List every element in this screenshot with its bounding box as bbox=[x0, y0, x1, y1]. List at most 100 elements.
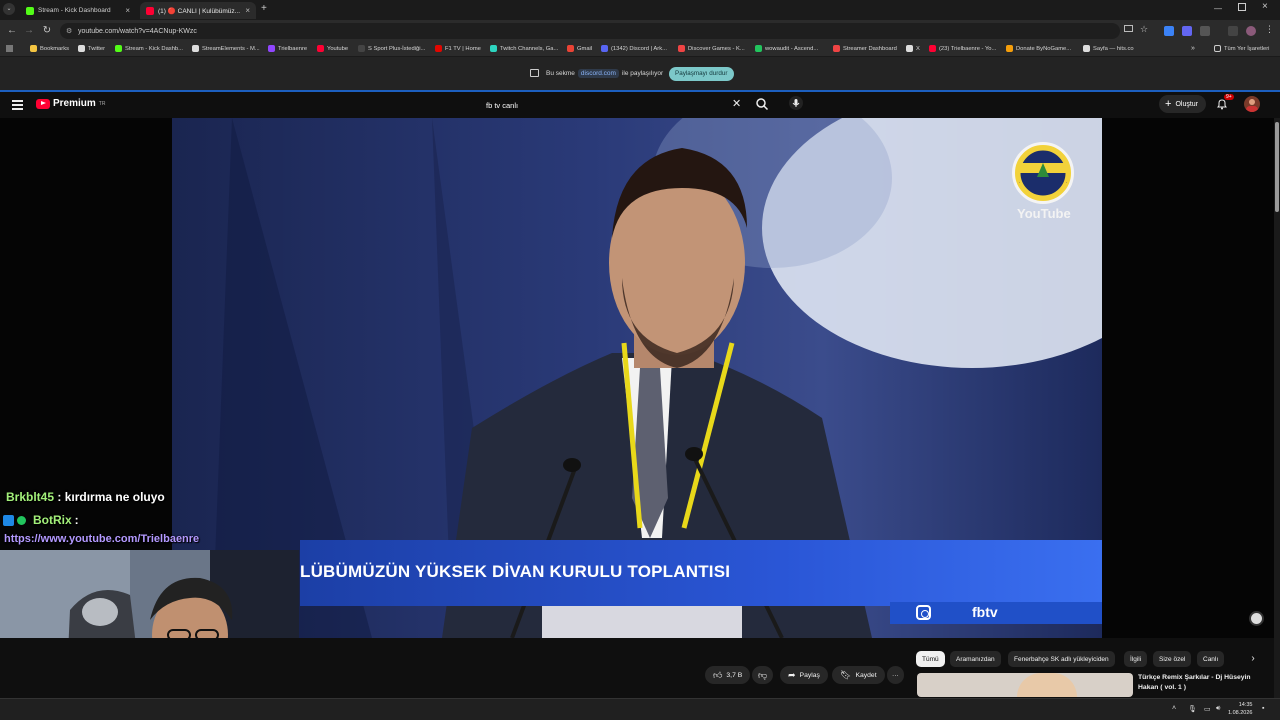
bookmark-label: Stream - Kick Dashb... bbox=[125, 45, 183, 52]
kick-favicon-icon bbox=[26, 6, 34, 15]
sharing-prefix: Bu sekme bbox=[546, 70, 575, 77]
minimize-window-button[interactable]: — bbox=[1214, 4, 1222, 13]
forward-arrow-icon[interactable]: → bbox=[22, 24, 36, 38]
extension-icon[interactable] bbox=[1164, 26, 1174, 36]
bookmark-item[interactable]: F1 TV | Home bbox=[435, 45, 481, 52]
new-tab-button[interactable]: + bbox=[261, 3, 267, 14]
volume-tray-icon[interactable]: 🔊︎ bbox=[1216, 705, 1224, 713]
folder-icon bbox=[1214, 45, 1221, 52]
search-input[interactable]: fb tv canlı bbox=[478, 95, 748, 115]
bookmark-label: Discover Games - K... bbox=[688, 45, 745, 52]
all-bookmarks-button[interactable]: Tüm Yer İşaretleri bbox=[1214, 45, 1269, 52]
bookmark-item[interactable]: Donate ByNoGame... bbox=[1006, 45, 1071, 52]
bookmark-item[interactable]: wowaudit - Ascend... bbox=[755, 45, 818, 52]
bot-badge-icon bbox=[3, 514, 14, 526]
display-tray-icon[interactable]: ▭ bbox=[1204, 705, 1212, 713]
extensions-puzzle-icon[interactable] bbox=[1200, 26, 1210, 36]
notification-center-icon[interactable]: ▪ bbox=[1262, 705, 1270, 713]
bookmark-label: Donate ByNoGame... bbox=[1016, 45, 1072, 52]
voice-search-mic-icon[interactable] bbox=[789, 96, 803, 110]
maximize-window-button[interactable] bbox=[1238, 3, 1246, 11]
channel-watermark-button[interactable] bbox=[1249, 611, 1264, 626]
bookmark-item[interactable]: Youtube bbox=[317, 45, 348, 52]
menu-hamburger-icon[interactable] bbox=[12, 100, 23, 112]
bookmark-label: (23) Trielbaenre - Yo... bbox=[939, 45, 997, 52]
bookmark-favicon-icon bbox=[755, 45, 762, 52]
browser-tab-youtube[interactable]: (1) 🔴 CANLI | Kulübümüz... × bbox=[140, 2, 256, 19]
bookmark-item[interactable]: Gmail bbox=[567, 45, 592, 52]
account-avatar[interactable] bbox=[1244, 96, 1260, 112]
os-taskbar: ˄ 🎙︎ ▭ 🔊︎ 14:35 1.08.2026 ▪ bbox=[0, 698, 1280, 720]
chevron-right-icon[interactable]: › bbox=[1246, 651, 1260, 667]
create-label: Oluştur bbox=[1175, 100, 1198, 108]
microphone-tray-icon[interactable]: 🎙︎ bbox=[1188, 705, 1197, 713]
bookmark-favicon-icon bbox=[30, 45, 37, 52]
fenerbahce-crest-logo bbox=[1012, 142, 1074, 204]
recommendation-title[interactable]: Türkçe Remix Şarkılar - Dj Hüseyin Hakan… bbox=[1138, 673, 1268, 693]
chip-related[interactable]: İlgili bbox=[1124, 651, 1148, 667]
recommendation-thumbnail[interactable] bbox=[917, 673, 1133, 697]
bookmark-item[interactable]: Twitch Channels, Ga... bbox=[490, 45, 558, 52]
bookmark-item[interactable]: (23) Trielbaenre - Yo... bbox=[929, 45, 996, 52]
share-label: Paylaş bbox=[799, 671, 820, 679]
apps-grid-icon[interactable] bbox=[6, 45, 13, 52]
taskbar-clock[interactable]: 14:35 1.08.2026 bbox=[1228, 701, 1252, 717]
bookmark-star-icon[interactable]: ☆ bbox=[1140, 24, 1148, 35]
chip-from-search[interactable]: Aramanızdan bbox=[950, 651, 1001, 667]
profile-avatar[interactable] bbox=[1246, 26, 1256, 36]
chat-message: BotRix : bbox=[3, 513, 79, 527]
bookmark-item[interactable]: StreamElements - M... bbox=[192, 45, 260, 52]
reload-icon[interactable]: ↻ bbox=[40, 24, 54, 38]
bookmark-item[interactable]: Streamer Dashboard bbox=[833, 45, 897, 52]
browser-tab-kick[interactable]: Stream - Kick Dashboard × bbox=[20, 2, 136, 19]
sidebar-icon[interactable] bbox=[1228, 26, 1238, 36]
bookmarks-overflow-button[interactable]: » bbox=[1191, 45, 1195, 52]
bookmark-item[interactable]: Discover Games - K... bbox=[678, 45, 745, 52]
close-tab-icon[interactable]: × bbox=[125, 6, 130, 15]
bookmark-item[interactable]: Stream - Kick Dashb... bbox=[115, 45, 183, 52]
dislike-button[interactable]: 👎︎ bbox=[752, 666, 774, 684]
scrollbar-thumb[interactable] bbox=[1275, 122, 1279, 212]
video-player[interactable]: YouTube LÜBÜMÜZÜN YÜKSEK DİVAN KURULU TO… bbox=[172, 118, 1102, 638]
tab-title: (1) 🔴 CANLI | Kulübümüz... bbox=[158, 7, 241, 15]
youtube-premium-logo[interactable]: Premium TR bbox=[36, 98, 105, 109]
bookmark-item[interactable]: Bookmarks bbox=[30, 45, 69, 52]
bookmark-label: Twitter bbox=[88, 45, 106, 52]
site-info-icon[interactable]: ⚙ bbox=[66, 27, 72, 35]
bookmark-favicon-icon bbox=[601, 45, 608, 52]
chip-from-uploader[interactable]: Fenerbahçe SK adlı yükleyiciden bbox=[1008, 651, 1115, 667]
more-actions-button[interactable]: ··· bbox=[887, 666, 904, 684]
bookmark-item[interactable]: Sayfa — hits.co bbox=[1083, 45, 1134, 52]
bookmark-item[interactable]: Twitter bbox=[78, 45, 105, 52]
logo-text: Premium bbox=[53, 98, 96, 109]
tab-search-icon[interactable]: ⌄ bbox=[3, 3, 15, 15]
chip-live[interactable]: Canlı bbox=[1197, 651, 1225, 667]
close-tab-icon[interactable]: × bbox=[245, 6, 250, 15]
share-button[interactable]: ➦ Paylaş bbox=[780, 666, 828, 684]
chip-for-you[interactable]: Size özel bbox=[1153, 651, 1192, 667]
bookmark-item[interactable]: Trielbaenre bbox=[268, 45, 307, 52]
chat-link[interactable]: https://www.youtube.com/Trielbaenre bbox=[4, 533, 199, 545]
bookmark-item[interactable]: X bbox=[906, 45, 920, 52]
address-bar[interactable]: ⚙ youtube.com/watch?v=4ACNup-KWzc bbox=[60, 23, 1120, 39]
bookmark-favicon-icon bbox=[1083, 45, 1090, 52]
clear-search-icon[interactable]: ✕ bbox=[732, 97, 741, 110]
install-app-icon[interactable] bbox=[1124, 25, 1133, 32]
bookmark-item[interactable]: (1342) Discord | Ark... bbox=[601, 45, 667, 52]
extension-icon[interactable] bbox=[1182, 26, 1192, 36]
browser-menu-icon[interactable]: ⋮ bbox=[1265, 24, 1274, 35]
bookmark-label: (1342) Discord | Ark... bbox=[611, 45, 667, 52]
bookmark-favicon-icon bbox=[678, 45, 685, 52]
tab-sharing-banner: Bu sekme discord.com ile paylaşılıyor Pa… bbox=[0, 57, 1280, 90]
broadcast-lower-third: LÜBÜMÜZÜN YÜKSEK DİVAN KURULU TOPLANTISI bbox=[300, 540, 1102, 606]
bookmark-item[interactable]: S Sport Plus-İstediği... bbox=[358, 45, 425, 52]
like-button[interactable]: 👍︎ 3,7 B bbox=[705, 666, 751, 684]
close-window-button[interactable]: × bbox=[1262, 1, 1268, 12]
save-button[interactable]: 🔖︎ Kaydet bbox=[832, 666, 885, 684]
search-icon[interactable] bbox=[755, 97, 769, 111]
tray-chevron-icon[interactable]: ˄ bbox=[1172, 705, 1180, 713]
stop-sharing-button[interactable]: Paylaşmayı durdur bbox=[669, 67, 734, 81]
create-button[interactable]: + Oluştur bbox=[1159, 95, 1206, 113]
chip-all[interactable]: Tümü bbox=[916, 651, 945, 667]
back-arrow-icon[interactable]: ← bbox=[5, 24, 19, 38]
